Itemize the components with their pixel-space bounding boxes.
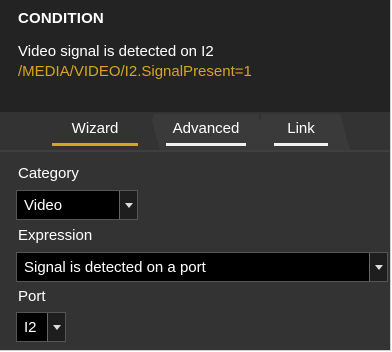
expression-select[interactable]: Signal is detected on a port (16, 252, 388, 282)
condition-description: Video signal is detected on I2 (18, 43, 214, 60)
condition-title: CONDITION (18, 10, 104, 27)
tab-divider (0, 150, 390, 152)
category-select[interactable]: Video (16, 190, 138, 220)
condition-panel: CONDITION Video signal is detected on I2… (0, 0, 391, 351)
tab-bar: Link Advanced Wizard (0, 106, 390, 152)
chevron-down-icon[interactable] (119, 191, 137, 219)
category-label: Category (18, 165, 79, 182)
expression-label: Expression (18, 227, 93, 244)
chevron-down-icon[interactable] (47, 313, 65, 341)
tab-advanced-label: Advanced (172, 120, 240, 137)
tab-wizard-underline (52, 143, 138, 146)
port-label: Port (18, 288, 46, 305)
tab-link-underline (274, 143, 328, 146)
tab-link[interactable]: Link (252, 114, 350, 150)
tab-wizard[interactable]: Wizard (30, 114, 160, 150)
tab-advanced[interactable]: Advanced (144, 114, 268, 150)
port-select[interactable]: I2 (16, 312, 66, 342)
chevron-down-icon[interactable] (369, 253, 387, 281)
expression-value: Signal is detected on a port (24, 259, 206, 276)
condition-path: /MEDIA/VIDEO/I2.SignalPresent=1 (18, 63, 252, 80)
tab-advanced-underline (166, 143, 246, 146)
condition-header: CONDITION Video signal is detected on I2… (0, 0, 390, 112)
category-value: Video (24, 197, 63, 214)
tab-wizard-label: Wizard (71, 120, 119, 137)
port-value: I2 (24, 319, 37, 336)
tab-link-label: Link (287, 120, 315, 137)
